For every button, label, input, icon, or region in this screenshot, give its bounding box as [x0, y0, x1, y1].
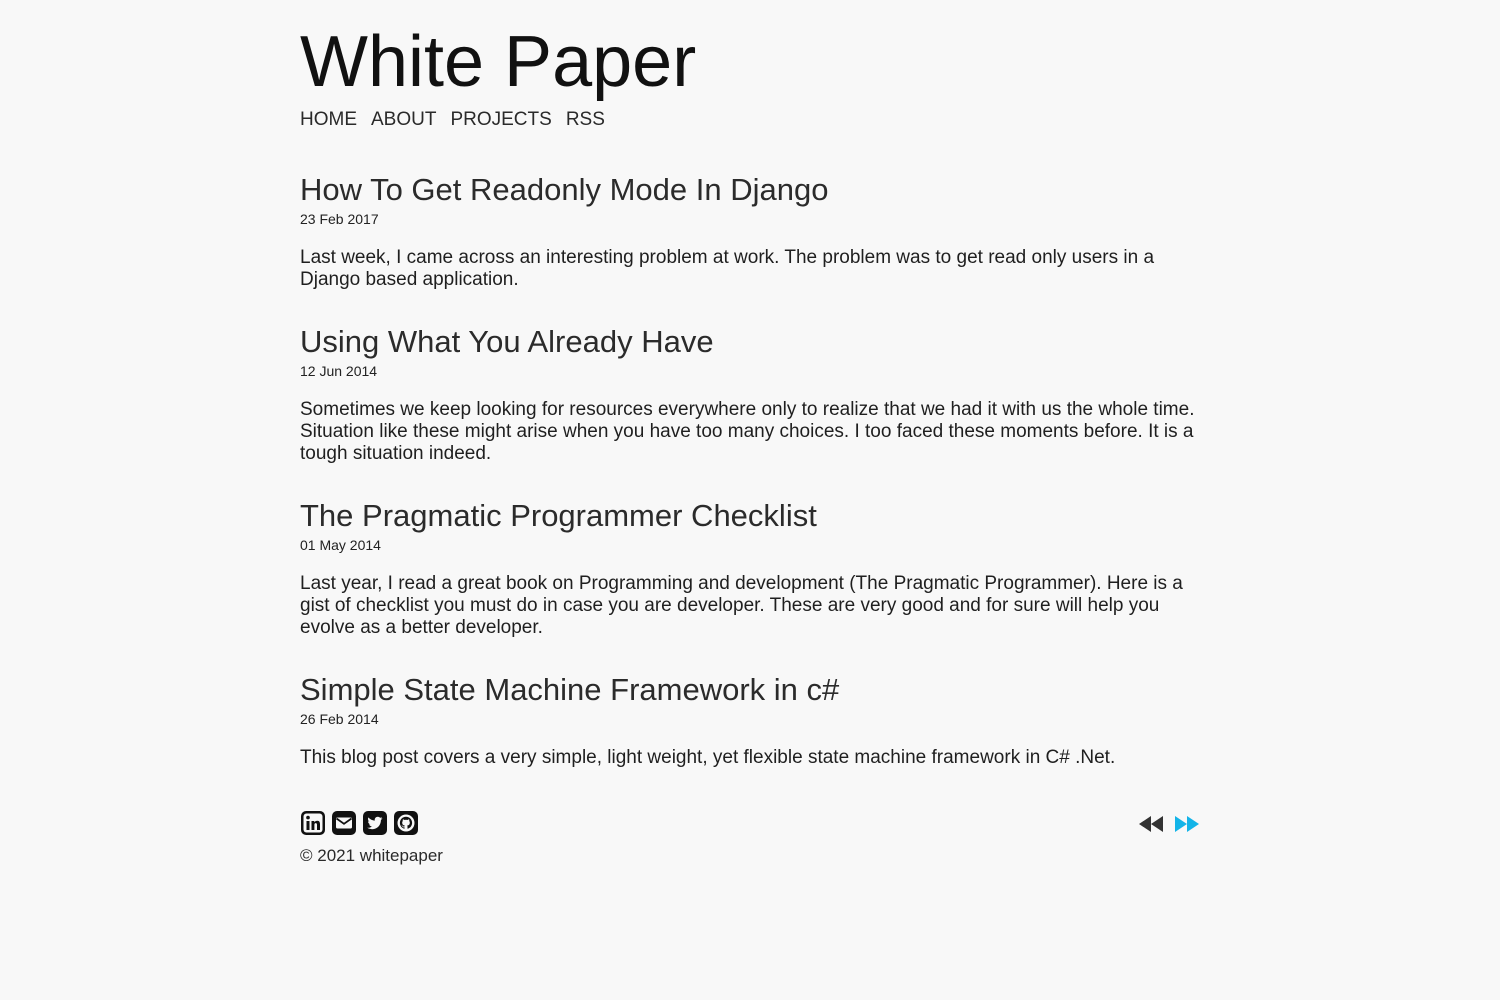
site-title[interactable]: White Paper [300, 22, 696, 102]
post-item: Simple State Machine Framework in c# 26 … [300, 672, 1200, 769]
post-item: The Pragmatic Programmer Checklist 01 Ma… [300, 498, 1200, 639]
rewind-icon[interactable] [1138, 814, 1164, 834]
twitter-icon[interactable] [362, 810, 388, 836]
nav-item-projects[interactable]: PROJECTS [450, 108, 551, 132]
nav-item-about[interactable]: ABOUT [371, 108, 436, 132]
post-excerpt: Last week, I came across an interesting … [300, 247, 1155, 290]
linkedin-icon[interactable] [300, 810, 326, 836]
post-date: 01 May 2014 [300, 537, 381, 553]
post-title-link[interactable]: How To Get Readonly Mode In Django [300, 172, 1200, 208]
post-title-link[interactable]: The Pragmatic Programmer Checklist [300, 498, 1200, 534]
post-excerpt: This blog post covers a very simple, lig… [300, 747, 1116, 768]
nav-item-home[interactable]: HOME [300, 108, 357, 132]
social-links [300, 810, 419, 836]
post-item: Using What You Already Have 12 Jun 2014 … [300, 324, 1200, 465]
main-nav: HOME ABOUT PROJECTS RSS [300, 108, 605, 132]
fast-forward-icon[interactable] [1174, 814, 1200, 834]
post-date: 26 Feb 2014 [300, 711, 379, 727]
post-title-link[interactable]: Simple State Machine Framework in c# [300, 672, 1200, 708]
post-excerpt: Last year, I read a great book on Progra… [300, 573, 1183, 638]
post-excerpt: Sometimes we keep looking for resources … [300, 399, 1195, 464]
post-date: 12 Jun 2014 [300, 363, 378, 379]
post-date: 23 Feb 2017 [300, 211, 379, 227]
post-title-link[interactable]: Using What You Already Have [300, 324, 1200, 360]
pagination [1138, 814, 1200, 834]
post-item: How To Get Readonly Mode In Django 23 Fe… [300, 172, 1200, 291]
copyright: © 2021 whitepaper [300, 846, 443, 865]
email-icon[interactable] [331, 810, 357, 836]
github-icon[interactable] [393, 810, 419, 836]
nav-item-rss[interactable]: RSS [566, 108, 605, 132]
